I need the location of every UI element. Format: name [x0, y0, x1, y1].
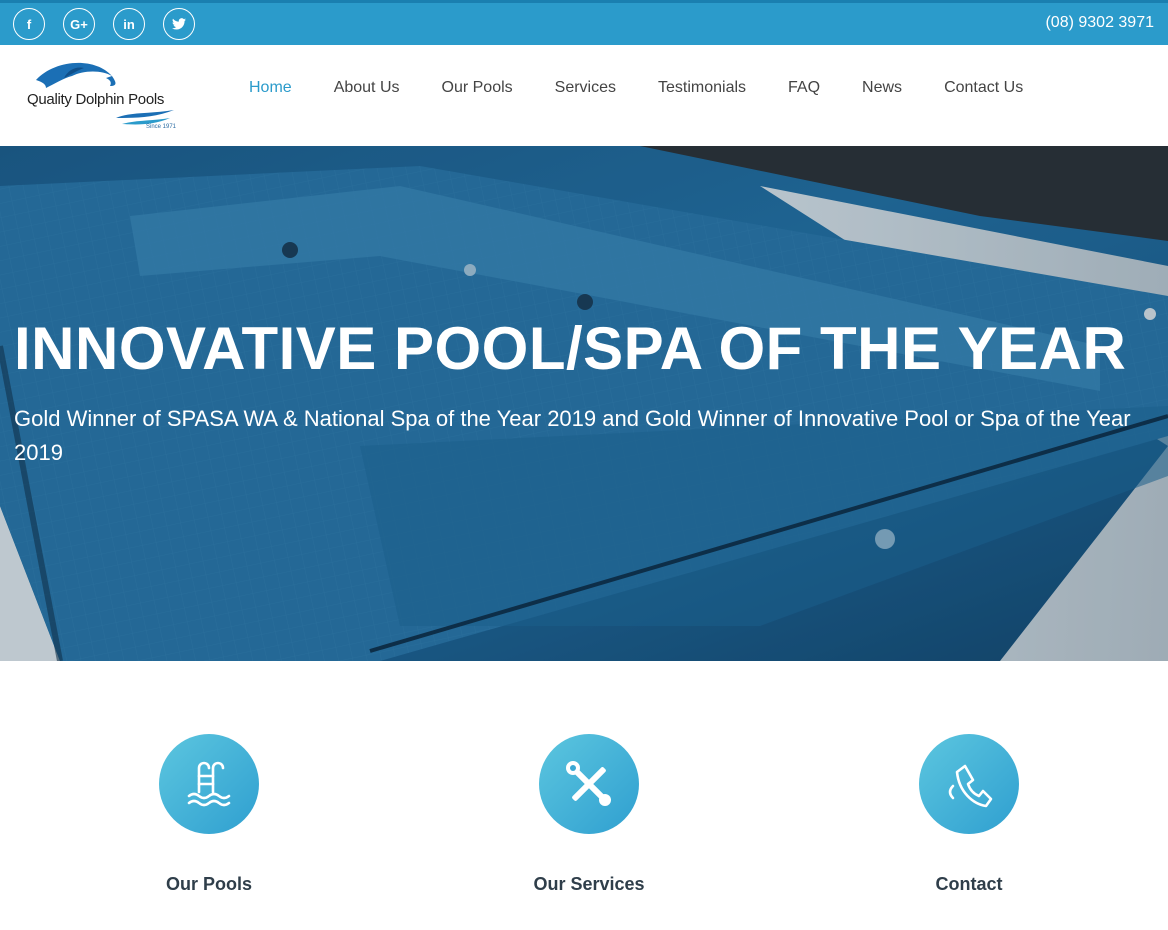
pool-ladder-icon[interactable]	[159, 734, 259, 834]
site-header: Quality Dolphin Pools Since 1971 Home Ab…	[0, 45, 1168, 146]
logo[interactable]: Quality Dolphin Pools Since 1971	[24, 58, 184, 134]
top-bar: f G+ in (08) 9302 3971	[0, 0, 1168, 45]
nav-contact-us[interactable]: Contact Us	[944, 79, 1023, 97]
google-plus-icon[interactable]: G+	[63, 8, 95, 40]
facebook-icon[interactable]: f	[13, 8, 45, 40]
phone-number[interactable]: (08) 9302 3971	[1045, 14, 1154, 32]
nav-news[interactable]: News	[862, 79, 902, 97]
tools-icon[interactable]	[539, 734, 639, 834]
feature-contact[interactable]: Contact	[859, 734, 1079, 895]
phone-icon[interactable]	[919, 734, 1019, 834]
feature-label: Our Pools	[165, 874, 252, 894]
hero-banner: INNOVATIVE POOL/SPA OF THE YEAR Gold Win…	[0, 146, 1168, 661]
feature-our-pools[interactable]: Our Pools	[99, 734, 319, 895]
hero-title: INNOVATIVE POOL/SPA OF THE YEAR	[14, 315, 1127, 382]
social-links: f G+ in	[13, 8, 195, 40]
nav-faq[interactable]: FAQ	[788, 79, 820, 97]
nav-services[interactable]: Services	[555, 79, 616, 97]
main-nav: Home About Us Our Pools Services Testimo…	[249, 79, 1065, 97]
logo-since: Since 1971	[146, 124, 177, 130]
nav-about-us[interactable]: About Us	[334, 79, 400, 97]
twitter-icon[interactable]	[163, 8, 195, 40]
linkedin-icon[interactable]: in	[113, 8, 145, 40]
nav-testimonials[interactable]: Testimonials	[658, 79, 746, 97]
nav-home[interactable]: Home	[249, 79, 292, 97]
hero-subtitle: Gold Winner of SPASA WA & National Spa o…	[14, 406, 1131, 465]
feature-label: Contact	[935, 874, 1003, 894]
feature-label: Our Services	[533, 874, 645, 894]
logo-text: Quality Dolphin Pools	[27, 91, 165, 108]
nav-our-pools[interactable]: Our Pools	[442, 79, 513, 97]
feature-our-services[interactable]: Our Services	[479, 734, 699, 895]
